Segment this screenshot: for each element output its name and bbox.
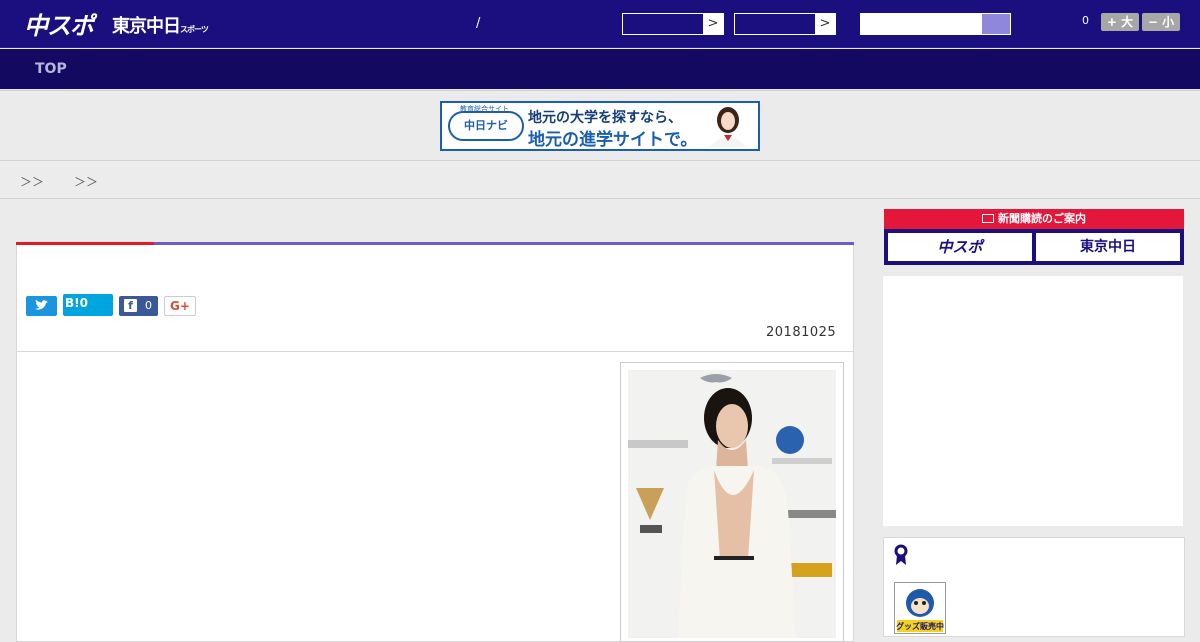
- banner-area: 教育総合サイト 中日ナビ 地元の大学を探すなら、 地元の進学サイトで。: [0, 90, 1200, 160]
- breadcrumb-separator: ＞＞: [74, 175, 99, 189]
- facebook-count: 0: [145, 299, 152, 312]
- sidebar-ad[interactable]: [883, 276, 1183, 526]
- ribbon-icon: [894, 544, 908, 565]
- article-accent-red: [16, 242, 154, 245]
- nav-bar: TOP: [0, 49, 1200, 89]
- newspaper-icon: [982, 214, 994, 223]
- counter-value: 0: [1082, 14, 1089, 27]
- header-separator: /: [476, 16, 481, 31]
- tokyo-chunichi-logo[interactable]: 東京中日スポーツ: [112, 12, 209, 38]
- banner-line1: 地元の大学を探すなら、: [528, 110, 682, 126]
- chevron-right-icon[interactable]: >: [703, 14, 723, 34]
- article-photo-image: [628, 370, 836, 638]
- font-smaller-button[interactable]: − 小: [1142, 13, 1180, 31]
- category-select-2[interactable]: >: [734, 13, 836, 35]
- breadcrumb: ＞＞ ＞＞: [0, 160, 1200, 199]
- hatena-bookmark-button[interactable]: B!0: [63, 294, 113, 316]
- banner-person-image: [710, 107, 746, 147]
- facebook-icon: f: [124, 299, 137, 312]
- category-select-1[interactable]: >: [622, 13, 724, 35]
- twitter-icon: [35, 299, 48, 310]
- chuspo-logo[interactable]: 中スポ: [24, 6, 94, 41]
- article-accent-purple: [154, 242, 854, 245]
- header-bar: 中スポ 東京中日スポーツ / > > 0 + 大 − 小: [0, 0, 1200, 48]
- font-larger-button[interactable]: + 大: [1101, 13, 1139, 31]
- gplus-share-button[interactable]: G+: [164, 296, 196, 316]
- article-date: 20181025: [766, 325, 837, 340]
- subscription-header: 新聞購読のご案内: [884, 209, 1184, 229]
- breadcrumb-separator: ＞＞: [20, 175, 45, 189]
- goods-label: グッズ販売中: [896, 622, 944, 631]
- subscription-box: 新聞購読のご案内 中スポ 東京中日: [884, 209, 1184, 265]
- search-button[interactable]: [982, 14, 1010, 34]
- subscribe-chuspo-button[interactable]: 中スポ: [888, 233, 1032, 261]
- goods-image[interactable]: グッズ販売中: [894, 582, 946, 634]
- nav-item-top[interactable]: TOP: [35, 61, 67, 77]
- goods-box: グッズ販売中: [883, 537, 1185, 637]
- tokyo-chunichi-logo-small: スポーツ: [180, 25, 209, 34]
- banner-badge: 中日ナビ: [448, 111, 524, 141]
- subscribe-tokyo-button[interactable]: 東京中日: [1036, 233, 1180, 261]
- subscription-title: 新聞購読のご案内: [998, 212, 1086, 225]
- banner-line2: 地元の進学サイトで。: [528, 130, 698, 150]
- article-divider: [16, 351, 854, 352]
- article-photo[interactable]: [620, 362, 844, 642]
- ad-banner[interactable]: 教育総合サイト 中日ナビ 地元の大学を探すなら、 地元の進学サイトで。: [440, 101, 760, 151]
- tokyo-chunichi-logo-text: 東京中日: [112, 16, 181, 37]
- search-input[interactable]: [860, 13, 1011, 35]
- hatena-count: B!0: [65, 296, 88, 310]
- facebook-share-button[interactable]: f 0: [119, 296, 158, 316]
- twitter-share-button[interactable]: [26, 296, 57, 316]
- chevron-right-icon[interactable]: >: [815, 14, 835, 34]
